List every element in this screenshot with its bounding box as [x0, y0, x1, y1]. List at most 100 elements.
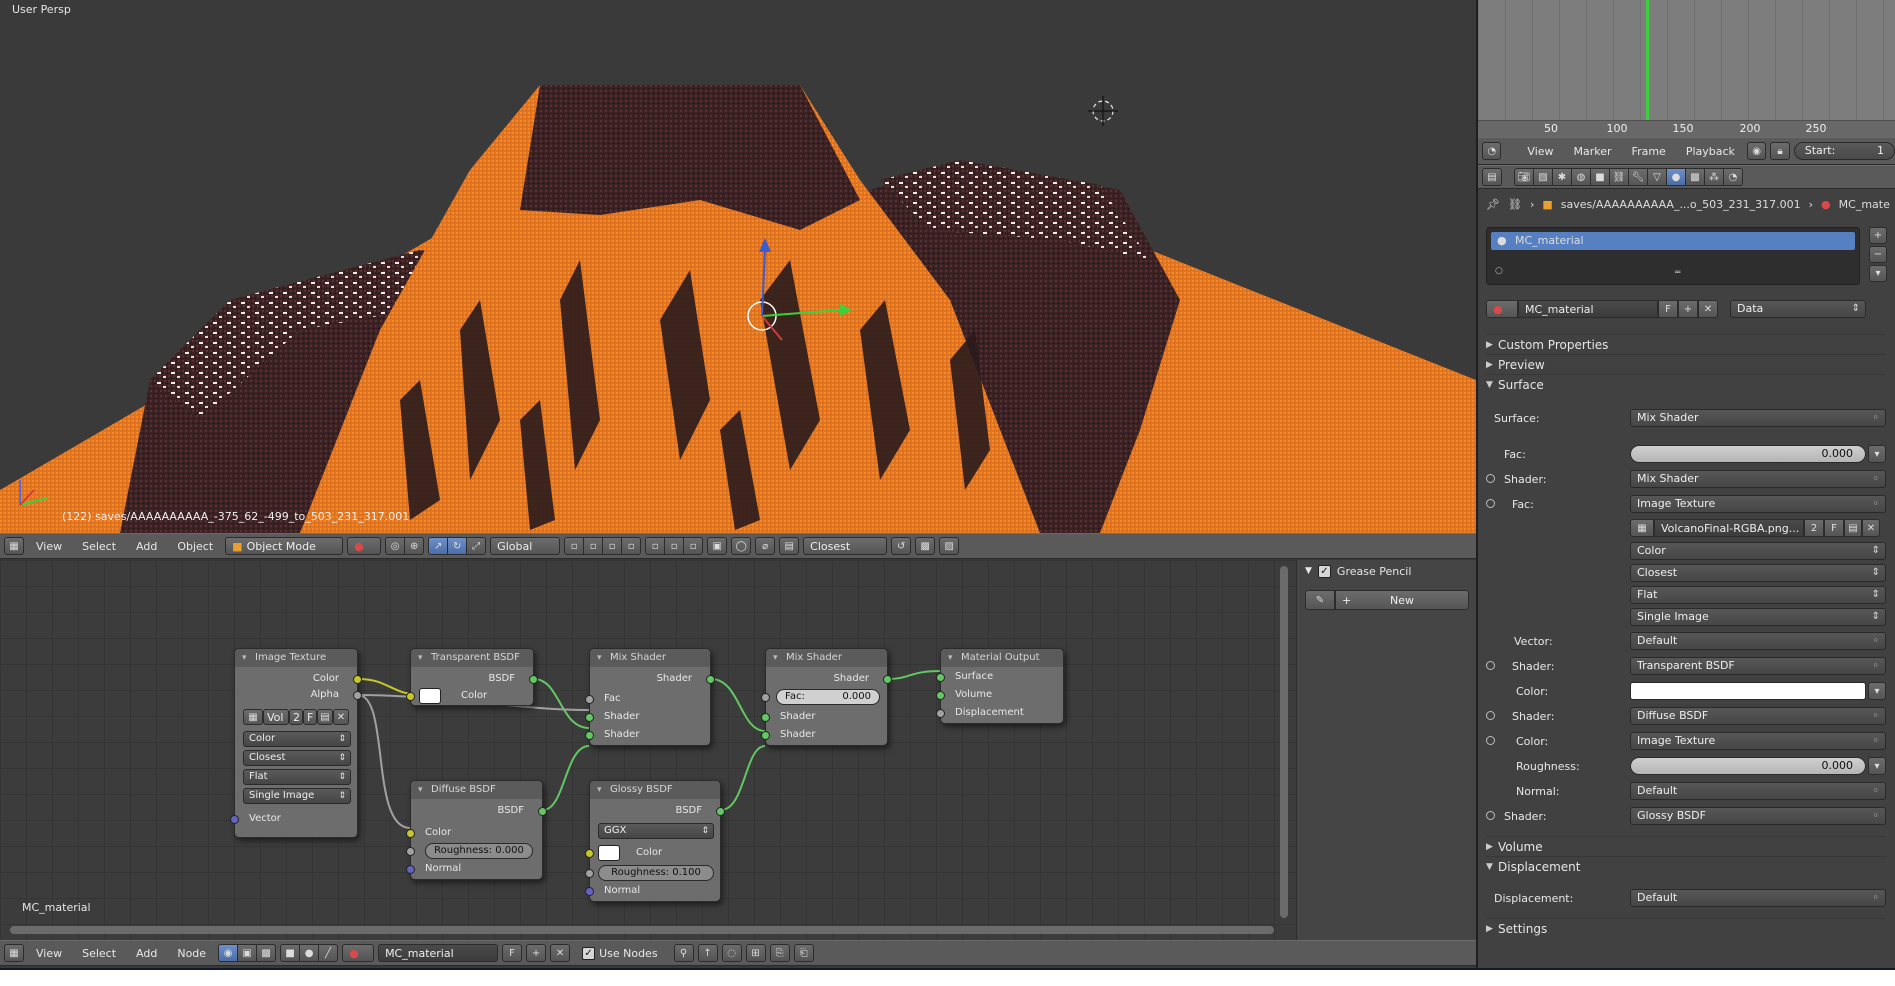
section-surface[interactable]: Surface [1486, 374, 1886, 395]
expand-dot-icon[interactable] [1486, 711, 1495, 720]
output-socket-alpha[interactable] [353, 691, 362, 700]
fac-input-select[interactable]: Image Texture [1630, 495, 1886, 513]
use-nodes-checkbox[interactable]: ✓ [582, 946, 596, 960]
input-socket-displacement[interactable] [936, 709, 945, 718]
image-name[interactable]: Vol [263, 709, 289, 725]
editor-type-icon[interactable]: ▦ [4, 537, 24, 555]
compositing-nodes-icon[interactable]: ▣ [237, 944, 258, 962]
object-shader-icon[interactable]: ■ [280, 944, 301, 962]
color-2-select[interactable]: Image Texture [1630, 732, 1886, 750]
material-tab-icon[interactable]: ● [1666, 168, 1686, 186]
menu-view[interactable]: View [28, 947, 70, 960]
menu-marker[interactable]: Marker [1566, 145, 1620, 158]
input-socket-normal[interactable] [406, 865, 415, 874]
breadcrumb-material[interactable]: MC_mate [1839, 198, 1890, 211]
output-socket-bsdf[interactable] [716, 807, 725, 816]
menu-add[interactable]: Add [128, 540, 165, 553]
image-browse-icon[interactable]: ▦ [1630, 519, 1654, 537]
resize-grip-icon[interactable]: ═ [1675, 268, 1680, 278]
shader-nodes-icon[interactable]: ◉ [218, 944, 239, 962]
input-socket-surface[interactable] [936, 673, 945, 682]
translate-icon[interactable]: ↗ [428, 537, 449, 555]
node-material-output[interactable]: Material Output Surface Volume Displacem… [936, 648, 1064, 724]
constraints-tab-icon[interactable]: ⛓︎ [1609, 168, 1629, 186]
layer-4-icon[interactable]: ▫ [621, 537, 642, 555]
distribution-select[interactable]: GGX [598, 823, 714, 839]
scene-tab-icon[interactable]: ✱ [1552, 168, 1572, 186]
image-fake-user[interactable]: F [303, 709, 317, 725]
folder-icon[interactable]: ▤ [317, 709, 333, 725]
folder-icon[interactable]: ▤ [1844, 519, 1862, 537]
layer-6-icon[interactable]: ▫ [664, 537, 685, 555]
expand-dot-icon[interactable] [1486, 499, 1495, 508]
interpolation-select[interactable]: Closest [243, 750, 351, 766]
menu-node[interactable]: Node [169, 947, 214, 960]
node-title[interactable]: Glossy BSDF [590, 781, 720, 799]
source-select[interactable]: Single Image [243, 788, 351, 804]
go-parent-icon[interactable]: ↑ [697, 944, 718, 962]
source-select[interactable]: Single Image [1630, 608, 1886, 626]
color-space-select[interactable]: Color [243, 731, 351, 747]
vector-select[interactable]: Default [1630, 632, 1886, 650]
object-tab-icon[interactable]: ■ [1590, 168, 1610, 186]
pencil-icon[interactable]: ✎ [1305, 590, 1335, 610]
input-socket-normal[interactable] [585, 887, 594, 896]
color-swatch[interactable] [1630, 682, 1866, 700]
expand-dot-icon[interactable] [1486, 736, 1495, 745]
node-editor-horizontal-scrollbar[interactable] [10, 926, 1274, 934]
section-preview[interactable]: Preview [1486, 354, 1886, 375]
editor-type-icon[interactable]: ▤ [1482, 168, 1502, 186]
node-title[interactable]: Image Texture [235, 649, 357, 667]
output-socket-color[interactable] [353, 675, 362, 684]
copy-icon[interactable]: ⎘ [769, 944, 790, 962]
scale-icon[interactable]: ⤢ [466, 537, 487, 555]
new-material-icon[interactable]: + [526, 944, 547, 962]
fac-slider[interactable]: 0.000 [1630, 445, 1866, 463]
orientation-select[interactable]: Global [490, 537, 561, 555]
texture-nodes-icon[interactable]: ▩ [256, 944, 277, 962]
grease-pencil-header[interactable]: ▼ ✓ Grease Pencil [1297, 560, 1476, 582]
section-displacement[interactable]: Displacement [1486, 856, 1886, 877]
menu-view[interactable]: View [28, 540, 70, 553]
render-still-icon[interactable]: ▩ [915, 537, 936, 555]
output-socket-bsdf[interactable] [538, 807, 547, 816]
node-mix-shader-2[interactable]: Mix Shader Shader Fac: 0.000 Shader Shad… [761, 648, 892, 746]
current-frame-marker[interactable] [1646, 0, 1649, 120]
node-title[interactable]: Mix Shader [766, 649, 887, 667]
expand-dot-icon[interactable] [1486, 811, 1495, 820]
paste-icon[interactable]: ⎗ [793, 944, 814, 962]
input-socket-volume[interactable] [936, 691, 945, 700]
editor-type-icon[interactable]: ◔ [1482, 142, 1502, 160]
roughness-field[interactable]: Roughness: 0.100 [598, 865, 714, 881]
image-users[interactable]: 2 [1804, 519, 1824, 537]
new-grease-pencil-button[interactable]: + New [1335, 590, 1469, 610]
modifiers-tab-icon[interactable]: 🔧︎ [1628, 168, 1648, 186]
image-users[interactable]: 2 [289, 709, 303, 725]
pivot-icon[interactable]: ◎ [385, 537, 406, 555]
expand-dot-icon[interactable] [1486, 661, 1495, 670]
unlink-icon[interactable]: ✕ [550, 944, 571, 962]
node-editor[interactable]: Image Texture Color Alpha ▦ Vol 2 F ▤ ✕ … [0, 560, 1296, 940]
image-name-field[interactable]: VolcanoFinal-RGBA.png... [1654, 519, 1804, 537]
menu-playback[interactable]: Playback [1678, 145, 1743, 158]
projection-select[interactable]: Flat [243, 769, 351, 785]
viewport-shading-select[interactable]: ● [347, 537, 382, 555]
proportional-edit-icon[interactable]: ◯ [731, 537, 752, 555]
breadcrumb-object[interactable]: saves/AAAAAAAAAA_...o_503_231_317.001 [1561, 198, 1801, 211]
expand-dot-icon[interactable] [1486, 474, 1495, 483]
input-socket-vector[interactable] [230, 815, 239, 824]
node-image-texture[interactable]: Image Texture Color Alpha ▦ Vol 2 F ▤ ✕ … [230, 648, 362, 838]
close-icon[interactable]: ✕ [1862, 519, 1880, 537]
roughness-field[interactable]: Roughness: 0.000 [425, 843, 533, 859]
world-shader-icon[interactable]: ● [299, 944, 320, 962]
fac-link-icon[interactable]: ▾ [1868, 445, 1886, 463]
section-settings[interactable]: Settings [1486, 918, 1886, 939]
displacement-select[interactable]: Default [1630, 889, 1886, 907]
section-volume[interactable]: Volume [1486, 836, 1886, 857]
layer-3-icon[interactable]: ▫ [602, 537, 623, 555]
input-socket-shader-1[interactable] [585, 713, 594, 722]
shader-2-select[interactable]: Transparent BSDF [1630, 657, 1886, 675]
shader-1-select[interactable]: Mix Shader [1630, 470, 1886, 488]
unlink-icon[interactable]: ✕ [1698, 300, 1718, 318]
shader-3-select[interactable]: Diffuse BSDF [1630, 707, 1886, 725]
